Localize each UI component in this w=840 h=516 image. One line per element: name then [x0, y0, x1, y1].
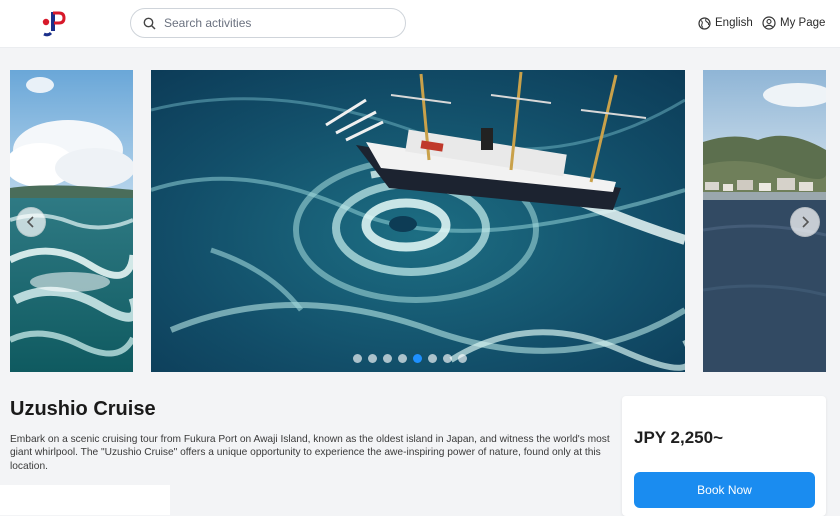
my-page-link[interactable]: My Page	[762, 14, 825, 32]
search-input[interactable]	[164, 16, 384, 30]
language-label: English	[715, 17, 753, 29]
carousel-dot[interactable]	[428, 354, 437, 363]
carousel-pagination	[353, 354, 467, 363]
language-selector[interactable]: English	[698, 14, 753, 32]
my-page-label: My Page	[780, 17, 826, 29]
carousel-prev-button[interactable]	[16, 207, 46, 237]
slide-image-uzushio-ship	[151, 70, 685, 372]
carousel-dot[interactable]	[443, 354, 452, 363]
top-header: English My Page	[0, 0, 840, 48]
booking-card: JPY 2,250~ Book Now	[622, 396, 826, 516]
chevron-right-icon	[802, 216, 810, 228]
carousel-dot[interactable]	[413, 354, 422, 363]
carousel-dot[interactable]	[383, 354, 392, 363]
carousel-slide-current[interactable]	[151, 70, 685, 372]
search-bar[interactable]	[130, 8, 406, 38]
carousel-next-button[interactable]	[790, 207, 820, 237]
activity-description: Embark on a scenic cruising tour from Fu…	[10, 434, 610, 472]
carousel-dot[interactable]	[458, 354, 467, 363]
carousel-dot[interactable]	[353, 354, 362, 363]
chevron-left-icon	[26, 216, 34, 228]
user-icon	[762, 16, 776, 30]
activity-title: Uzushio Cruise	[10, 398, 156, 420]
price-label: JPY 2,250~	[634, 428, 724, 447]
jp-logo[interactable]	[38, 9, 66, 37]
image-carousel[interactable]	[0, 70, 840, 372]
search-icon	[143, 17, 156, 30]
book-now-button[interactable]: Book Now	[634, 472, 815, 508]
globe-icon	[698, 16, 711, 30]
carousel-dot[interactable]	[398, 354, 407, 363]
carousel-dot[interactable]	[368, 354, 377, 363]
info-panel	[0, 485, 170, 515]
